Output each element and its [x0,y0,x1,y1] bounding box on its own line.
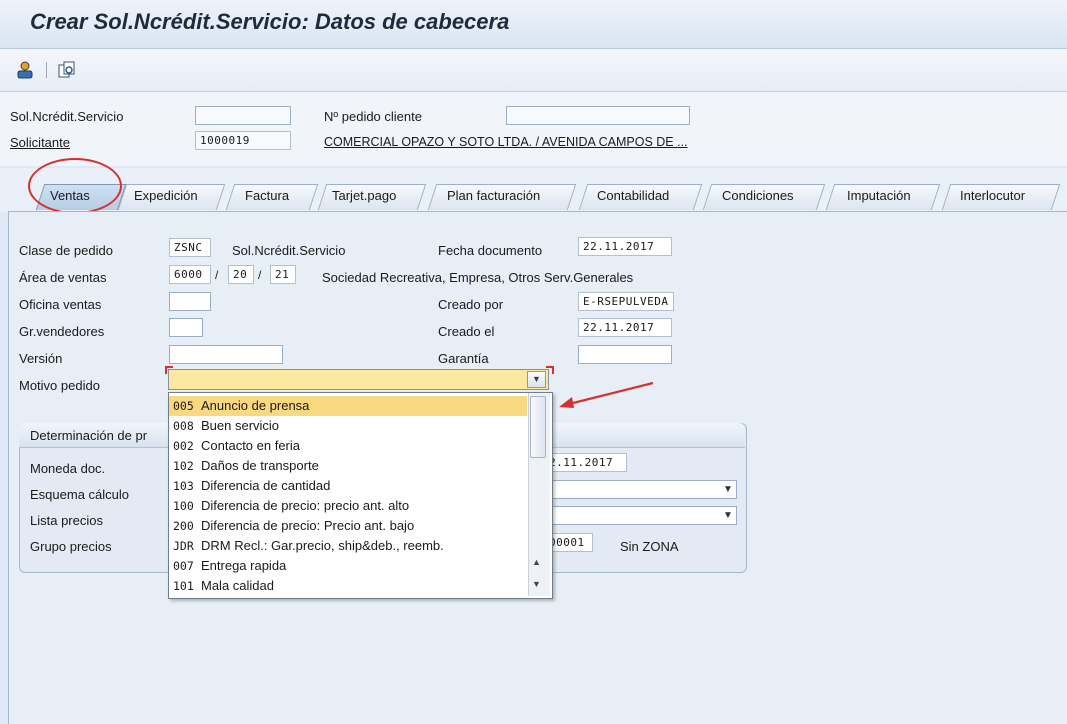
warranty-label: Garantía [438,351,489,366]
version-field[interactable] [169,345,283,364]
chevron-down-icon[interactable]: ▼ [527,371,546,388]
price-list-field[interactable] [552,506,737,525]
order-reason-label: Motivo pedido [19,378,100,393]
list-item[interactable]: 002 Contacto en feria [169,436,527,456]
list-item[interactable]: 007 Entrega rapida [169,556,527,576]
focus-corner [165,366,173,374]
scrollbar-thumb[interactable] [530,396,546,458]
chevron-down-icon[interactable]: ▼ [723,484,733,495]
version-label: Versión [19,351,63,366]
list-item[interactable]: 101 Mala calidad [169,576,527,596]
scroll-down-icon[interactable]: ▼ [532,579,541,589]
sales-area-label: Área de ventas [19,270,107,285]
created-on-field: 22.11.2017 [578,318,672,337]
customer-po-field[interactable] [506,106,690,125]
dist-channel-field[interactable]: 20 [228,265,254,284]
order-reason-dropdown[interactable]: 005 Anuncio de prensa 008 Buen servicio 00… [168,392,553,599]
order-reason-combo[interactable] [168,369,549,390]
application-toolbar [0,49,1067,92]
sold-to-field[interactable]: 1000019 [195,131,291,150]
sales-org-field[interactable]: 6000 [169,265,211,284]
pricing-procedure-field[interactable] [552,480,737,499]
sold-to-label[interactable]: Solicitante [10,135,70,150]
sales-area-desc: Sociedad Recreativa, Empresa, Otros Serv… [322,270,634,285]
sales-area-separator: / [258,268,262,282]
price-group-desc: Sin ZONA [620,539,679,554]
currency-label: Moneda doc. [30,461,106,476]
tab-interlocutor-label: Interlocutor [960,188,1026,203]
created-on-label: Creado el [438,324,495,339]
sales-group-field[interactable] [169,318,203,337]
doc-number-field[interactable] [195,106,291,125]
tab-plan-facturacion-label: Plan facturación [447,188,541,203]
price-list-label: Lista precios [30,513,103,528]
doc-type-label: Sol.Ncrédit.Servicio [10,109,124,124]
list-item[interactable]: 005 Anuncio de prensa [169,396,527,416]
list-item[interactable]: JDR DRM Recl.: Gar.precio, ship&deb., ree… [169,536,527,556]
scroll-up-icon[interactable]: ▲ [532,557,541,567]
doc-date-field[interactable]: 22.11.2017 [578,237,672,256]
customer-po-label: Nº pedido cliente [324,109,422,124]
chevron-down-icon[interactable]: ▼ [723,510,733,521]
toolbar-separator [46,62,47,78]
price-group-label: Grupo precios [30,539,112,554]
pricing-date-field[interactable]: 2.11.2017 [545,453,627,472]
list-item[interactable]: 200 Diferencia de precio: Precio ant. baj… [169,516,527,536]
header-area [0,92,1067,166]
warranty-field[interactable] [578,345,672,364]
doc-date-label: Fecha documento [438,243,543,258]
sales-group-label: Gr.vendedores [19,324,105,339]
tab-imputacion-label: Imputación [847,188,911,203]
order-type-desc: Sol.Ncrédit.Servicio [232,243,346,258]
tab-contabilidad-label: Contabilidad [597,188,670,203]
tab-factura-label: Factura [245,188,290,203]
sales-office-label: Oficina ventas [19,297,102,312]
tab-tarjet-pago-label: Tarjet.pago [332,188,397,203]
pricing-procedure-label: Esquema cálculo [30,487,129,502]
focus-corner [546,366,554,374]
tab-expedicion-label: Expedición [134,188,198,203]
person-icon[interactable] [14,59,36,81]
division-field[interactable]: 21 [270,265,296,284]
annotation-arrow [559,381,654,408]
tab-condiciones-label: Condiciones [722,188,794,203]
annotation-circle [28,158,122,214]
list-item[interactable]: 008 Buen servicio [169,416,527,436]
sales-office-field[interactable] [169,292,211,311]
order-type-field: ZSNC [169,238,211,257]
list-item[interactable]: 100 Diferencia de precio: precio ant. alt… [169,496,527,516]
created-by-label: Creado por [438,297,504,312]
pricing-group-title: Determinación de pr [30,428,148,443]
sold-to-name: COMERCIAL OPAZO Y SOTO LTDA. / AVENIDA C… [324,135,688,149]
order-type-label: Clase de pedido [19,243,113,258]
overview-icon[interactable] [56,59,78,81]
created-by-field: E-RSEPULVEDA [578,292,674,311]
sales-area-separator: / [215,268,219,282]
list-item[interactable]: 103 Diferencia de cantidad [169,476,527,496]
window-title: Crear Sol.Ncrédit.Servicio: Datos de cab… [30,9,510,34]
list-item[interactable]: 102 Daños de transporte [169,456,527,476]
